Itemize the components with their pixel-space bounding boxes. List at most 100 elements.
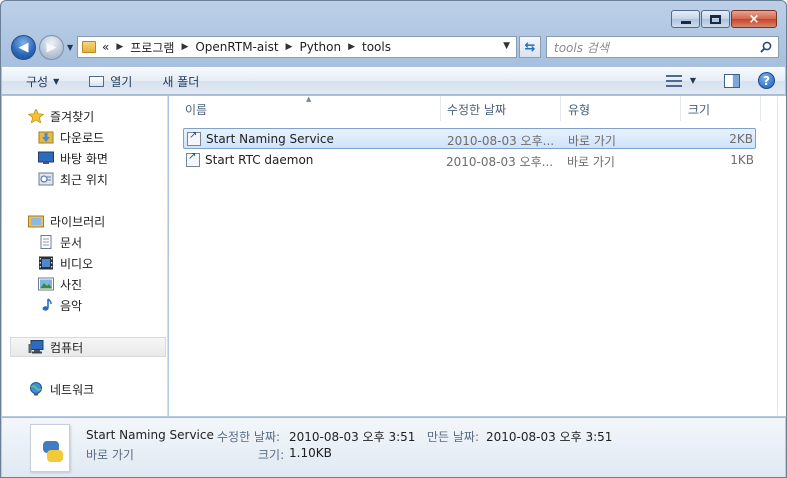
nav-network-label: 네트워크 bbox=[50, 382, 95, 397]
breadcrumb-item[interactable]: 프로그램 bbox=[130, 39, 174, 56]
address-bar[interactable]: « ▶ 프로그램 ▶ OpenRTM-aist ▶ Python ▶ tools… bbox=[77, 36, 517, 58]
preview-pane-icon[interactable] bbox=[724, 73, 740, 88]
nav-item-label: 비디오 bbox=[60, 256, 94, 271]
column-header-size[interactable]: 크기 bbox=[688, 101, 710, 121]
command-bar: 구성 ▼ 열기 새 폴더 ▼ ? bbox=[2, 67, 785, 95]
music-note-icon bbox=[42, 298, 52, 311]
libraries-icon bbox=[28, 215, 44, 228]
nav-computer-label: 컴퓨터 bbox=[50, 340, 84, 355]
column-header-name[interactable]: 이름 bbox=[185, 101, 207, 121]
network-globe-icon bbox=[30, 382, 42, 396]
change-view-icon[interactable] bbox=[665, 74, 682, 87]
details-file-type: 바로 가기 bbox=[86, 448, 134, 462]
nav-network[interactable]: 네트워크 bbox=[28, 379, 192, 399]
downloads-folder-icon bbox=[38, 131, 54, 144]
navigation-pane: 즐겨찾기 다운로드 바탕 화면 최근 위치 라이브러리 문서 비디오 사진 음악… bbox=[2, 96, 168, 416]
file-row-start-rtc-daemon[interactable]: Start RTC daemon 2010-08-03 오후... 바로 가기 … bbox=[183, 150, 756, 171]
column-header-date-modified[interactable]: 수정한 날짜 bbox=[447, 101, 506, 121]
back-button[interactable]: ◀ bbox=[11, 35, 36, 60]
file-name: Start RTC daemon bbox=[205, 153, 314, 167]
nav-libraries[interactable]: 라이브러리 bbox=[28, 211, 192, 231]
nav-favorites-label: 즐겨찾기 bbox=[50, 109, 95, 124]
breadcrumb-separator-icon[interactable]: ▶ bbox=[116, 42, 123, 52]
help-icon[interactable]: ? bbox=[758, 72, 775, 89]
address-history-dropdown[interactable]: ▼ bbox=[503, 41, 510, 51]
nav-favorites[interactable]: 즐겨찾기 bbox=[28, 106, 192, 126]
maximize-icon bbox=[710, 14, 721, 24]
details-size-label: 크기: bbox=[258, 448, 285, 462]
caption-buttons: × bbox=[670, 10, 777, 28]
nav-item-label: 문서 bbox=[60, 235, 83, 250]
breadcrumb-item[interactable]: tools bbox=[362, 40, 391, 54]
shortcut-icon bbox=[186, 151, 200, 167]
address-row: ◀ ▶ ▼ « ▶ 프로그램 ▶ OpenRTM-aist ▶ Python ▶… bbox=[9, 35, 779, 60]
arrow-left-icon: ◀ bbox=[18, 40, 29, 55]
details-modified-label: 수정한 날짜: bbox=[217, 430, 281, 444]
star-icon bbox=[28, 109, 44, 123]
breadcrumb-separator-icon[interactable]: ▶ bbox=[348, 42, 355, 52]
file-size: 1KB bbox=[730, 153, 754, 167]
arrow-right-icon: ▶ bbox=[46, 40, 57, 55]
folder-icon bbox=[82, 41, 96, 53]
computer-icon bbox=[28, 340, 44, 354]
nav-item-label: 사진 bbox=[60, 277, 83, 292]
file-date-modified: 2010-08-03 오후... bbox=[447, 134, 555, 148]
file-size: 2KB bbox=[729, 132, 753, 146]
breadcrumb-item[interactable]: Python bbox=[299, 40, 341, 54]
nav-computer[interactable]: 컴퓨터 bbox=[10, 337, 166, 357]
minimize-button[interactable] bbox=[671, 10, 700, 28]
close-icon: × bbox=[748, 11, 760, 27]
explorer-window: × ◀ ▶ ▼ « ▶ 프로그램 ▶ OpenRTM-aist ▶ Python… bbox=[0, 0, 787, 478]
new-folder-label: 새 폴더 bbox=[162, 74, 200, 89]
organize-button[interactable]: 구성 ▼ bbox=[26, 73, 59, 90]
recent-pages-button[interactable]: ▼ bbox=[67, 43, 73, 52]
documents-icon bbox=[40, 235, 52, 249]
breadcrumb-overflow[interactable]: « bbox=[102, 40, 109, 54]
open-label: 열기 bbox=[110, 74, 133, 89]
refresh-button[interactable]: ⇆ bbox=[519, 36, 541, 58]
chevron-down-icon: ▼ bbox=[53, 76, 60, 86]
python-file-icon bbox=[30, 424, 70, 472]
shortcut-icon bbox=[187, 130, 201, 146]
nav-item-label: 바탕 화면 bbox=[60, 151, 108, 166]
details-size-value: 1.10KB bbox=[289, 446, 332, 460]
details-modified-value: 2010-08-03 오후 3:51 bbox=[289, 430, 416, 444]
nav-item-label: 다운로드 bbox=[60, 130, 105, 145]
refresh-icon: ⇆ bbox=[524, 39, 536, 55]
column-divider[interactable] bbox=[680, 96, 681, 121]
maximize-button[interactable] bbox=[701, 10, 730, 28]
forward-button[interactable]: ▶ bbox=[39, 35, 64, 60]
column-divider[interactable] bbox=[760, 96, 761, 121]
details-created-label: 만든 날짜: bbox=[427, 430, 480, 444]
column-divider[interactable] bbox=[440, 96, 441, 121]
file-name: Start Naming Service bbox=[206, 132, 334, 146]
file-list: 이름 ▲ 수정한 날짜 유형 크기 Start Naming Service 2… bbox=[169, 95, 778, 416]
file-type: 바로 가기 bbox=[567, 155, 615, 169]
view-options-dropdown[interactable]: ▼ bbox=[690, 76, 696, 85]
nav-libraries-label: 라이브러리 bbox=[50, 214, 106, 229]
pictures-icon bbox=[38, 277, 54, 291]
column-header-type[interactable]: 유형 bbox=[568, 101, 590, 121]
search-input[interactable]: tools 검색 bbox=[546, 36, 779, 58]
breadcrumb-separator-icon[interactable]: ▶ bbox=[181, 42, 188, 52]
file-row-start-naming-service[interactable]: Start Naming Service 2010-08-03 오후... 바로… bbox=[183, 128, 756, 149]
desktop-icon bbox=[38, 151, 54, 164]
search-placeholder: tools 검색 bbox=[554, 40, 609, 55]
minimize-icon bbox=[680, 20, 691, 24]
organize-label: 구성 bbox=[26, 74, 49, 89]
sort-ascending-icon: ▲ bbox=[306, 95, 312, 103]
new-folder-button[interactable]: 새 폴더 bbox=[162, 73, 199, 90]
nav-item-label: 최근 위치 bbox=[60, 172, 108, 187]
breadcrumb-item[interactable]: OpenRTM-aist bbox=[195, 40, 278, 54]
file-type: 바로 가기 bbox=[568, 134, 616, 148]
close-button[interactable]: × bbox=[731, 10, 777, 28]
search-icon[interactable] bbox=[760, 41, 772, 53]
file-date-modified: 2010-08-03 오후... bbox=[446, 155, 554, 169]
window-frame-right bbox=[777, 96, 786, 416]
details-created-value: 2010-08-03 오후 3:51 bbox=[486, 430, 613, 444]
video-film-icon bbox=[39, 256, 53, 270]
column-divider[interactable] bbox=[560, 96, 561, 121]
breadcrumb-separator-icon[interactable]: ▶ bbox=[286, 42, 293, 52]
open-button[interactable]: 열기 bbox=[89, 73, 132, 90]
nav-item-label: 음악 bbox=[60, 298, 83, 313]
